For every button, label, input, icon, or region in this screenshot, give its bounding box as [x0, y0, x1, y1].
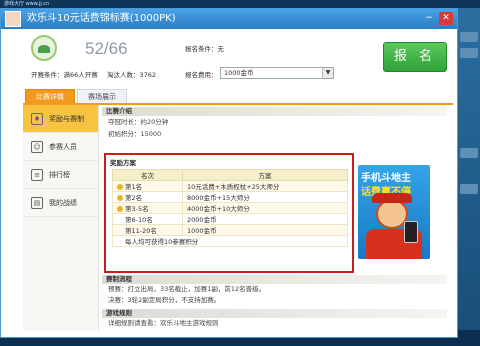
dialog-title: 欢乐斗10元话费锦标赛(1000PK)	[27, 13, 176, 24]
rank-cell: 第2名	[125, 194, 143, 202]
table-row: 第6-10名 2000金币	[112, 213, 348, 225]
gift-icon: ♦	[31, 112, 43, 125]
rank-cell: 第11-20名	[112, 224, 183, 236]
nav-participants-label: 参赛人员	[49, 142, 77, 151]
dialog-titlebar[interactable]: 欢乐斗10元话费锦标赛(1000PK) − ✕	[1, 9, 457, 29]
tournament-dialog: 欢乐斗10元话费锦标赛(1000PK) − ✕ 52/66 开赛条件：满66人开…	[0, 8, 458, 338]
app-topbar: 游戏大厅 www.jj.cn	[0, 0, 480, 8]
app-right-sidebar	[456, 8, 480, 346]
nav-my-record-label: 我的战绩	[49, 198, 77, 207]
signup-fee-value: 1000金币	[224, 69, 254, 77]
signup-condition: 报名条件：无	[185, 45, 224, 53]
table-row: 第3-5名 4000金币+10大师分	[112, 202, 348, 214]
nav-leaderboard[interactable]: ≡ 排行榜	[23, 161, 98, 189]
rank-cell: 第1名	[125, 183, 143, 191]
prelim-text: 预赛：打立出局，33名截止，加赛1副，前12名晋级。	[108, 285, 266, 293]
signup-button[interactable]: 报 名	[383, 42, 447, 72]
player-count: 52/66	[85, 39, 128, 58]
phone-icon	[404, 221, 418, 243]
rules-section: 赛制流程 预赛：打立出局，33名截止，加赛1副，前12名晋级。 决赛：3轮2副定…	[102, 275, 447, 329]
medal-icon	[117, 184, 123, 190]
game-rules-heading: 游戏规则	[102, 309, 447, 318]
tab-showcase[interactable]: 赛场展示	[77, 89, 127, 103]
app-title: 游戏大厅 www.jj.cn	[4, 1, 50, 7]
minimize-button[interactable]: −	[422, 12, 436, 25]
side-button[interactable]	[460, 32, 478, 42]
side-button[interactable]	[460, 148, 478, 158]
chevron-down-icon[interactable]: ▼	[322, 68, 333, 78]
final-text: 决赛：3轮2副定局积分，不支持加赛。	[108, 296, 221, 304]
tournament-logo	[31, 35, 57, 61]
rank-cell: 第3-5名	[125, 205, 149, 213]
table-row: 第11-20名 1000金币	[112, 224, 348, 236]
col-plan: 方案	[182, 169, 348, 181]
plan-cell: 1000金币	[182, 224, 348, 236]
detail-sidenav: ♦ 奖励与赛制 ☺ 参赛人员 ≡ 排行榜 ▤ 我的战绩	[23, 105, 99, 331]
intro-initial-score: 初始积分：15000	[108, 130, 162, 138]
flow-heading: 赛制流程	[102, 275, 447, 284]
nav-participants[interactable]: ☺ 参赛人员	[23, 133, 98, 161]
nav-rewards[interactable]: ♦ 奖励与赛制	[23, 105, 98, 133]
medal-icon	[117, 195, 123, 201]
detail-tabs: 比赛详情 赛场展示	[25, 89, 127, 103]
table-row: 第2名 8000金币+15大师分	[112, 191, 348, 203]
plan-cell: 4000金币+10大师分	[182, 202, 348, 214]
table-row: 第1名 10元话费+木质权杖+25大师分	[112, 180, 348, 192]
intro-heading: 比赛介绍	[102, 107, 447, 116]
side-button[interactable]	[460, 184, 478, 194]
nav-rewards-label: 奖励与赛制	[49, 114, 84, 123]
list-icon: ≡	[31, 168, 43, 181]
character-hat	[372, 193, 412, 203]
close-button[interactable]: ✕	[439, 12, 453, 25]
prize-heading: 奖励方案	[110, 159, 136, 167]
nav-leaderboard-label: 排行榜	[49, 170, 70, 179]
medal-icon	[117, 206, 123, 212]
plan-cell: 2000金币	[182, 213, 348, 225]
avatar	[5, 11, 21, 27]
plan-cell: 10元话费+木质权杖+25大师分	[182, 180, 348, 192]
prize-plan-box: 奖励方案 名次 方案 第1名 10元话费+木质权杖+25大师分 第2名 8000…	[104, 153, 354, 273]
col-rank: 名次	[112, 169, 183, 181]
prize-footnote: 每人均可获得10参赛积分	[112, 235, 348, 247]
start-condition: 开赛条件：满66人开赛	[31, 71, 98, 79]
signup-fee-label: 报名费用：	[185, 71, 218, 79]
signup-fee-select[interactable]: 1000金币 ▼	[220, 67, 334, 79]
rank-cell: 第6-10名	[112, 213, 183, 225]
side-button[interactable]	[460, 48, 478, 58]
tournament-header: 52/66 开赛条件：满66人开赛 淘汰人数：3762 报名条件：无 报名费用：…	[1, 29, 457, 87]
prize-table: 名次 方案 第1名 10元话费+木质权杖+25大师分 第2名 8000金币+15…	[112, 169, 348, 247]
promo-banner[interactable]: 手机斗地主 话费赢不停	[358, 165, 430, 259]
table-row: 每人均可获得10参赛积分	[112, 235, 348, 247]
intro-duration: 夺冠时长：约20分钟	[108, 118, 169, 126]
record-icon: ▤	[31, 196, 43, 209]
promo-line1: 手机斗地主	[361, 173, 411, 184]
tab-details[interactable]: 比赛详情	[25, 89, 75, 103]
game-rules-link[interactable]: 详细规则请查看：欢乐斗地主游戏规则	[102, 318, 447, 329]
nav-my-record[interactable]: ▤ 我的战绩	[23, 189, 98, 217]
user-icon: ☺	[31, 140, 43, 153]
plan-cell: 8000金币+15大师分	[182, 191, 348, 203]
eliminate-score: 淘汰人数：3762	[107, 71, 157, 79]
detail-content: 比赛介绍 夺冠时长：约20分钟 初始积分：15000 奖励方案 名次 方案 第1…	[102, 107, 447, 331]
